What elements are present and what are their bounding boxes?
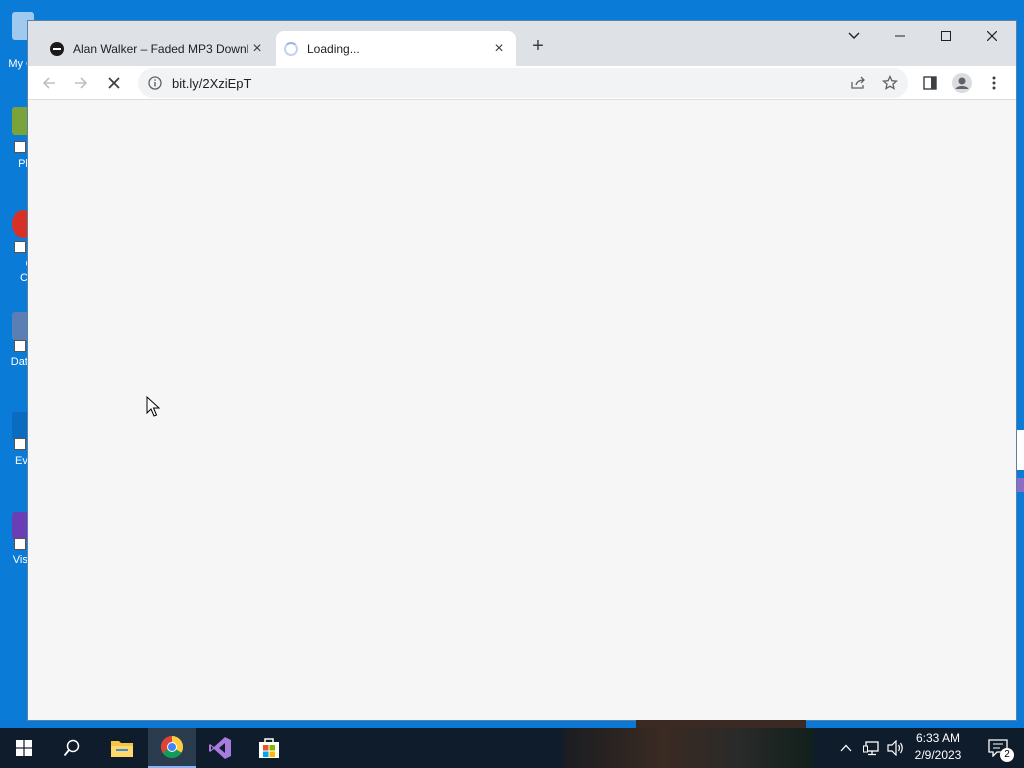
shortcut-arrow-icon [14,438,26,450]
close-window-button[interactable] [972,25,1012,47]
page-content [28,101,1016,720]
notification-count-badge: 2 [1000,748,1014,762]
side-panel-icon [923,76,937,90]
bookmark-button[interactable] [878,71,902,95]
minimize-button[interactable] [880,25,920,47]
tab-search-button[interactable] [834,25,874,47]
background-window-edge [1016,478,1024,492]
volume-button[interactable] [884,728,908,768]
speaker-icon [887,740,903,756]
stop-loading-button[interactable] [101,70,127,96]
url-text[interactable]: bit.ly/2XziEpT [172,76,251,91]
profile-button[interactable] [949,70,975,96]
share-icon [851,76,865,89]
chrome-icon [161,736,183,758]
chrome-window: Alan Walker – Faded MP3 Download × Loadi… [27,20,1017,721]
network-icon [863,741,879,756]
shortcut-arrow-icon [14,241,26,253]
arrow-left-icon [42,77,55,89]
profile-avatar-icon [952,73,972,93]
tab-title: Loading... [307,41,360,56]
back-button[interactable] [36,70,62,96]
shortcut-arrow-icon [14,340,26,352]
tab-close-icon[interactable]: × [490,40,508,58]
clock[interactable]: 6:33 AM 2/9/2023 [906,730,970,766]
site-favicon-icon [50,41,64,56]
start-button[interactable] [0,728,48,768]
visual-studio-taskbar-button[interactable] [196,728,244,768]
tab-title: Alan Walker – Faded MP3 Download [73,41,248,56]
chevron-down-icon [848,32,860,39]
minimize-icon [895,35,905,37]
menu-button[interactable] [981,70,1007,96]
mouse-cursor-icon [146,396,160,417]
search-button[interactable] [48,728,96,768]
windows-icon [16,740,32,756]
info-icon[interactable] [148,76,162,90]
maximize-button[interactable] [926,25,966,47]
side-panel-button[interactable] [917,70,943,96]
taskbar-background-image [636,720,806,728]
maximize-icon [941,31,951,41]
tab-alan-walker[interactable]: Alan Walker – Faded MP3 Download × [42,31,274,66]
address-bar[interactable]: bit.ly/2XziEpT [138,68,908,98]
chevron-up-icon [840,744,852,752]
folder-icon [111,741,133,757]
search-icon [63,739,80,757]
tab-strip: Alan Walker – Faded MP3 Download × Loadi… [28,21,1016,66]
forward-button[interactable] [68,70,94,96]
arrow-right-icon [75,77,88,89]
taskbar-background-image [563,728,813,768]
tab-loading[interactable]: Loading... × [276,31,516,66]
chrome-taskbar-button[interactable] [148,728,196,768]
file-explorer-button[interactable] [98,728,146,768]
visual-studio-icon [209,737,231,759]
more-vert-icon [992,76,996,90]
stop-icon [108,77,120,89]
clock-time: 6:33 AM [915,731,961,745]
background-window-edge [1016,430,1024,470]
loading-spinner-icon [284,41,298,56]
clock-date: 2/9/2023 [914,748,962,762]
store-icon [259,738,279,758]
tab-close-icon[interactable]: × [248,40,266,58]
share-button[interactable] [846,71,870,95]
store-taskbar-button[interactable] [245,728,293,768]
browser-toolbar: bit.ly/2XziEpT [28,66,1016,100]
network-button[interactable] [860,728,884,768]
shortcut-arrow-icon [14,141,26,153]
show-hidden-icons-button[interactable] [836,728,856,768]
notifications-button[interactable]: 2 [978,728,1018,768]
shortcut-arrow-icon [14,538,26,550]
star-icon [882,75,898,90]
new-tab-button[interactable]: + [526,35,550,59]
close-icon [987,31,997,41]
taskbar: 6:33 AM 2/9/2023 2 [0,720,1024,768]
